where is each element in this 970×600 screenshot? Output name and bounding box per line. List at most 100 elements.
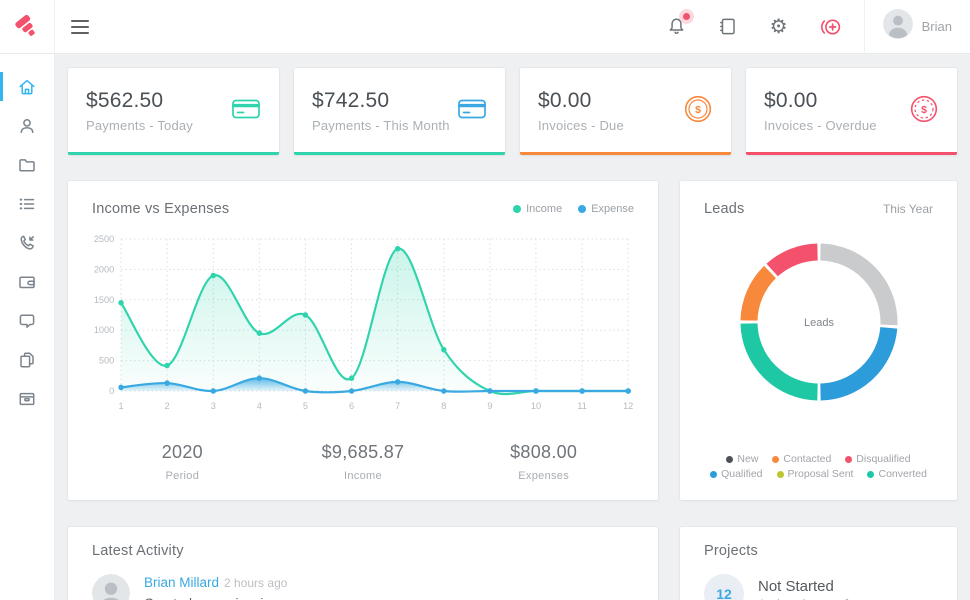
settings-button[interactable]: ⚙ (767, 15, 791, 39)
svg-text:2: 2 (165, 401, 170, 411)
svg-text:2500: 2500 (94, 234, 114, 244)
legend-label: Contacted (783, 453, 831, 465)
address-book-icon (717, 16, 738, 37)
user-menu[interactable]: Brian (865, 9, 970, 44)
legend-dot (578, 205, 586, 213)
svg-text:8: 8 (441, 401, 446, 411)
summary-income: $9,685.87 Income (273, 442, 454, 482)
sidebar-item-contacts[interactable] (0, 106, 54, 145)
sidebar-item-documents[interactable] (0, 340, 54, 379)
legend-dot (772, 456, 779, 463)
sidebar-item-payments[interactable] (0, 262, 54, 301)
summary-period-value: 2020 (92, 442, 273, 463)
sidebar (0, 54, 55, 600)
leads-card: Leads This Year Leads New Contacted Disqua… (680, 181, 957, 500)
summary-expenses-value: $808.00 (453, 442, 634, 463)
archive-icon (17, 389, 37, 409)
sidebar-item-archive[interactable] (0, 379, 54, 418)
bottom-row: Latest Activity Brian Millard 2 hours ago… (68, 527, 957, 600)
legend-label: Expense (591, 203, 634, 215)
activity-user-link[interactable]: Brian Millard (144, 575, 219, 590)
stat-text: $0.00 Invoices - Overdue (764, 89, 877, 133)
phone-icon (17, 233, 37, 253)
legend-label: Qualified (721, 468, 762, 480)
legend-label: Converted (878, 468, 926, 480)
svg-text:500: 500 (99, 355, 114, 365)
latest-activity-title: Latest Activity (92, 543, 634, 559)
coin-dashed-icon: $ (909, 94, 939, 124)
sidebar-item-folders[interactable] (0, 145, 54, 184)
wallet-icon (17, 272, 37, 292)
sidebar-item-messages[interactable] (0, 301, 54, 340)
leads-title: Leads (704, 201, 745, 217)
legend-dot (710, 471, 717, 478)
stat-card-invoices-due: $0.00 Invoices - Due $ (520, 68, 731, 155)
stat-card-payments-today: $562.50 Payments - Today (68, 68, 279, 155)
main-content: $562.50 Payments - Today $742.50 Payment… (55, 54, 970, 600)
leads-period-filter[interactable]: This Year (883, 202, 933, 216)
quick-add-button[interactable] (818, 15, 842, 39)
donut-center-label: Leads (804, 317, 834, 329)
gear-icon: ⚙ (770, 17, 788, 37)
sidebar-item-calls[interactable] (0, 223, 54, 262)
stat-label: Payments - This Month (312, 118, 450, 133)
legend-label: Income (526, 203, 562, 215)
summary-income-value: $9,685.87 (273, 442, 454, 463)
sidebar-item-home[interactable] (0, 67, 54, 106)
project-count-badge: 12 (704, 574, 744, 600)
top-bar-actions: ⚙ (665, 15, 864, 39)
notifications-button[interactable] (665, 15, 689, 39)
legend-proposal-sent[interactable]: Proposal Sent (777, 468, 854, 480)
svg-text:10: 10 (531, 401, 541, 411)
pages-icon (17, 350, 37, 370)
latest-activity-card: Latest Activity Brian Millard 2 hours ago… (68, 527, 658, 600)
legend-dot (726, 456, 733, 463)
avatar (92, 574, 130, 600)
add-circle-icon (819, 16, 841, 38)
legend-dot (867, 471, 874, 478)
stat-card-payments-this-month: $742.50 Payments - This Month (294, 68, 505, 155)
logo-icon (13, 13, 41, 41)
activity-action: Created a new invoice (144, 596, 287, 600)
svg-text:9: 9 (487, 401, 492, 411)
legend-label: New (737, 453, 758, 465)
stat-label: Payments - Today (86, 118, 193, 133)
top-bar-inner: ⚙ Brian (55, 0, 970, 53)
activity-item: Brian Millard 2 hours ago Created a new i… (92, 574, 634, 600)
app-logo[interactable] (0, 0, 55, 54)
legend-dot (777, 471, 784, 478)
legend-converted[interactable]: Converted (867, 468, 926, 480)
sidebar-item-lists[interactable] (0, 184, 54, 223)
legend-expense[interactable]: Expense (578, 203, 634, 215)
svg-text:12: 12 (623, 401, 633, 411)
legend-new[interactable]: New (726, 453, 758, 465)
coin-icon: $ (683, 94, 713, 124)
legend-dot (845, 456, 852, 463)
stat-text: $742.50 Payments - This Month (312, 89, 450, 133)
svg-text:$: $ (921, 103, 927, 115)
projects-title: Projects (704, 543, 933, 559)
stat-text: $562.50 Payments - Today (86, 89, 193, 133)
legend-qualified[interactable]: Qualified (710, 468, 762, 480)
activity-time: 2 hours ago (224, 576, 287, 590)
stat-value: $0.00 (538, 89, 624, 113)
legend-contacted[interactable]: Contacted (772, 453, 831, 465)
stats-row: $562.50 Payments - Today $742.50 Payment… (68, 68, 957, 155)
legend-label: Proposal Sent (788, 468, 854, 480)
legend-label: Disqualified (856, 453, 910, 465)
top-bar: ⚙ Brian (0, 0, 970, 54)
svg-text:11: 11 (577, 401, 587, 411)
summary-income-label: Income (273, 470, 454, 482)
legend-income[interactable]: Income (513, 203, 562, 215)
summary-period-label: Period (92, 470, 273, 482)
income-expenses-chart: 05001000150020002500123456789101112 (92, 227, 634, 420)
menu-toggle-button[interactable] (71, 20, 91, 34)
svg-text:5: 5 (303, 401, 308, 411)
legend-disqualified[interactable]: Disqualified (845, 453, 910, 465)
income-expenses-legend: Income Expense (513, 203, 634, 215)
contacts-button[interactable] (716, 15, 740, 39)
leads-donut-chart: Leads (704, 231, 933, 413)
svg-text:$: $ (695, 103, 701, 115)
svg-text:6: 6 (349, 401, 354, 411)
stat-label: Invoices - Overdue (764, 118, 877, 133)
